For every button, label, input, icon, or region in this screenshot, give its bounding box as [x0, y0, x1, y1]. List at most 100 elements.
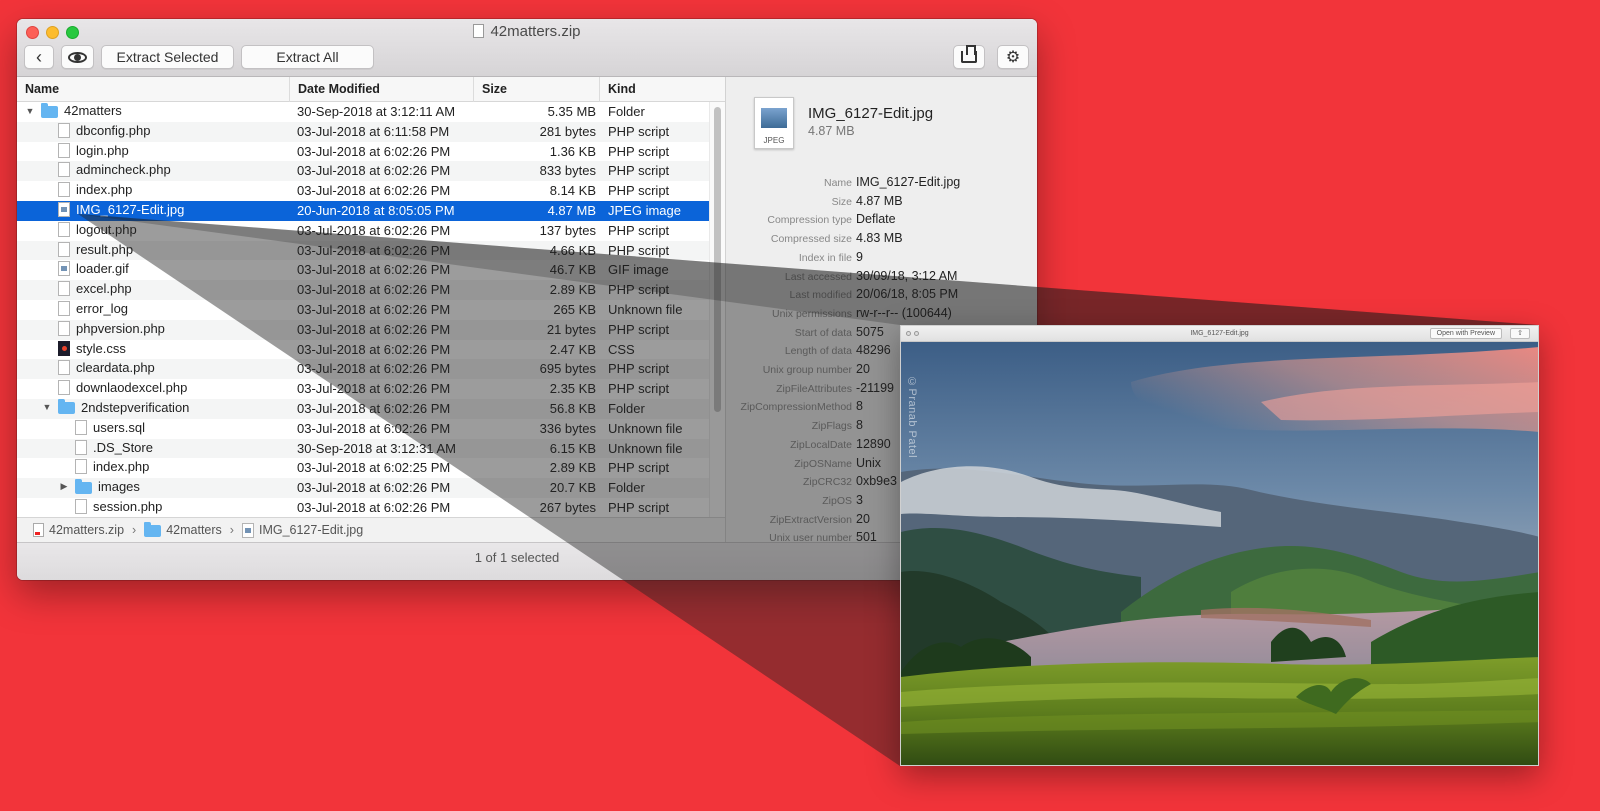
info-property-value: 20 [856, 511, 870, 526]
disclosure-triangle-icon[interactable]: ▼ [25, 106, 35, 116]
info-property-key: ZipOSName [794, 457, 852, 470]
file-name: images [98, 479, 140, 495]
file-name: dbconfig.php [76, 122, 151, 138]
info-property-value: Unix [856, 455, 882, 470]
table-row[interactable]: style.css 03-Jul-2018 at 6:02:26 PM 2.47 K… [17, 340, 709, 360]
table-row[interactable]: index.php 03-Jul-2018 at 6:02:26 PM 8.14 K… [17, 181, 709, 201]
table-row[interactable]: dbconfig.php 03-Jul-2018 at 6:11:58 PM 281… [17, 121, 709, 142]
preview-window: IMG_6127-Edit.jpg Open with Preview ⇧ ©P… [900, 325, 1539, 766]
share-button[interactable]: ⇧ [1510, 328, 1530, 339]
table-row[interactable]: cleardata.php 03-Jul-2018 at 6:02:26 PM 69… [17, 359, 709, 380]
kind-cell: PHP script [608, 163, 670, 179]
kind-cell: PHP script [608, 460, 670, 476]
file-name-cell: excel.php [42, 281, 132, 297]
kind-cell: PHP script [608, 123, 670, 139]
info-property: Index in file 9 [726, 250, 1037, 269]
document-icon [58, 182, 70, 198]
file-name-cell: cleardata.php [42, 360, 155, 376]
date-modified-cell: 03-Jul-2018 at 6:02:26 PM [297, 262, 451, 278]
kind-cell: PHP script [608, 499, 670, 515]
info-property-key: Name [823, 177, 852, 189]
disclosure-triangle-icon[interactable]: ▼ [42, 402, 52, 412]
info-property: Name IMG_6127-Edit.jpg [726, 175, 1037, 194]
table-row[interactable]: IMG_6127-Edit.jpg 20-Jun-2018 at 8:05:05 … [17, 200, 709, 221]
extract-selected-button[interactable]: Extract Selected [101, 45, 234, 69]
column-header-name[interactable]: Name [17, 77, 290, 102]
info-property-value: 8 [856, 399, 863, 414]
table-row[interactable]: result.php 03-Jul-2018 at 6:02:26 PM 4.66 … [17, 240, 709, 261]
kind-cell: Folder [608, 480, 645, 496]
file-name: cleardata.php [76, 360, 155, 376]
column-header-kind[interactable]: Kind [600, 77, 725, 102]
table-row[interactable]: excel.php 03-Jul-2018 at 6:02:26 PM 2.89 K… [17, 280, 709, 300]
file-name: session.php [93, 498, 163, 514]
info-property-value: 48296 [856, 343, 891, 358]
path-file[interactable]: IMG_6127-Edit.jpg [259, 523, 363, 537]
extract-all-button[interactable]: Extract All [241, 45, 374, 69]
table-row[interactable]: .DS_Store 30-Sep-2018 at 3:12:31 AM 6.15 K… [17, 438, 709, 459]
info-property-key: ZipOS [822, 494, 852, 507]
document-icon [75, 498, 87, 514]
date-modified-cell: 03-Jul-2018 at 6:02:26 PM [297, 361, 451, 377]
table-row[interactable]: session.php 03-Jul-2018 at 6:02:26 PM 267 … [17, 498, 709, 517]
table-row[interactable]: login.php 03-Jul-2018 at 6:02:26 PM 1.36 K… [17, 142, 709, 162]
file-name: IMG_6127-Edit.jpg [76, 201, 185, 217]
info-property-key: Compression type [767, 214, 852, 227]
file-name-cell: downlaodexcel.php [42, 380, 187, 396]
extract-to-button[interactable] [953, 45, 985, 69]
table-row[interactable]: error_log 03-Jul-2018 at 6:02:26 PM 265 KB… [17, 300, 709, 320]
info-file-size: 4.87 MB [808, 124, 855, 138]
info-property-key: Unix group number [762, 364, 852, 376]
info-property: Compressed size 4.83 MB [726, 231, 1037, 250]
info-property-value: 501 [856, 530, 877, 545]
kind-cell: PHP script [608, 361, 670, 377]
info-property-key: ZipCRC32 [802, 476, 852, 489]
table-row[interactable]: phpversion.php 03-Jul-2018 at 6:02:26 PM 2… [17, 319, 709, 340]
table-row[interactable]: downlaodexcel.php 03-Jul-2018 at 6:02:26 … [17, 379, 709, 399]
info-property: Size 4.87 MB [726, 194, 1037, 213]
date-modified-cell: 03-Jul-2018 at 6:11:58 PM [297, 123, 450, 139]
date-modified-cell: 03-Jul-2018 at 6:02:26 PM [297, 341, 451, 357]
document-icon [58, 320, 70, 336]
document-icon [58, 380, 70, 396]
column-header-size[interactable]: Size [474, 77, 600, 102]
file-name: .DS_Store [93, 439, 153, 455]
info-property-key: Unix user number [769, 532, 852, 545]
info-property: Compression type Deflate [726, 212, 1037, 231]
settings-button[interactable]: ⚙ [997, 45, 1029, 69]
date-modified-cell: 03-Jul-2018 at 6:02:26 PM [297, 222, 451, 238]
file-name-cell: dbconfig.php [42, 122, 151, 138]
table-row[interactable]: admincheck.php 03-Jul-2018 at 6:02:26 PM 8… [17, 161, 709, 182]
disclosure-triangle-icon[interactable]: ▶ [59, 481, 69, 492]
title-bar: 42matters.zip ‹ Extract Selected Extract… [17, 19, 1037, 77]
file-list: Name Date Modified Size Kind ▼ 42matters 3… [17, 77, 725, 517]
photo-watermark: ©Pranab Patel [906, 376, 918, 459]
table-row[interactable]: ▼ 42matters 30-Sep-2018 at 3:12:11 AM 5.35 … [17, 102, 709, 122]
kind-cell: PHP script [608, 183, 670, 199]
folder-icon [58, 399, 75, 415]
table-row[interactable]: ▶ images 03-Jul-2018 at 6:02:26 PM 20.7 KB F… [17, 478, 709, 498]
open-with-preview-button[interactable]: Open with Preview [1429, 328, 1502, 339]
size-cell: 6.15 KB [549, 440, 596, 456]
vertical-scrollbar[interactable] [709, 102, 725, 517]
table-row[interactable]: index.php 03-Jul-2018 at 6:02:25 PM 2.89 K… [17, 458, 709, 478]
table-row[interactable]: logout.php 03-Jul-2018 at 6:02:26 PM 137 b… [17, 221, 709, 241]
size-cell: 1.36 KB [549, 143, 596, 159]
eye-icon [68, 51, 87, 63]
path-archive[interactable]: 42matters.zip [49, 523, 124, 537]
kind-cell: Folder [608, 104, 645, 119]
back-button[interactable]: ‹ [24, 45, 54, 69]
file-name-cell: session.php [59, 498, 163, 514]
info-property-value: 5075 [856, 324, 884, 339]
table-row[interactable]: ▼ 2ndstepverification 03-Jul-2018 at 6:02:… [17, 398, 709, 419]
info-property-key: Unix permissions [772, 307, 852, 320]
file-name-cell: logout.php [42, 221, 137, 237]
quick-look-button[interactable] [61, 45, 94, 69]
scroll-thumb[interactable] [714, 107, 721, 412]
path-folder[interactable]: 42matters [166, 523, 222, 537]
table-row[interactable]: loader.gif 03-Jul-2018 at 6:02:26 PM 46.7 … [17, 260, 709, 280]
date-modified-cell: 03-Jul-2018 at 6:02:25 PM [297, 460, 451, 476]
info-property-value: 12890 [856, 436, 891, 451]
column-header-date[interactable]: Date Modified [290, 77, 474, 102]
table-row[interactable]: users.sql 03-Jul-2018 at 6:02:26 PM 336 by… [17, 419, 709, 439]
